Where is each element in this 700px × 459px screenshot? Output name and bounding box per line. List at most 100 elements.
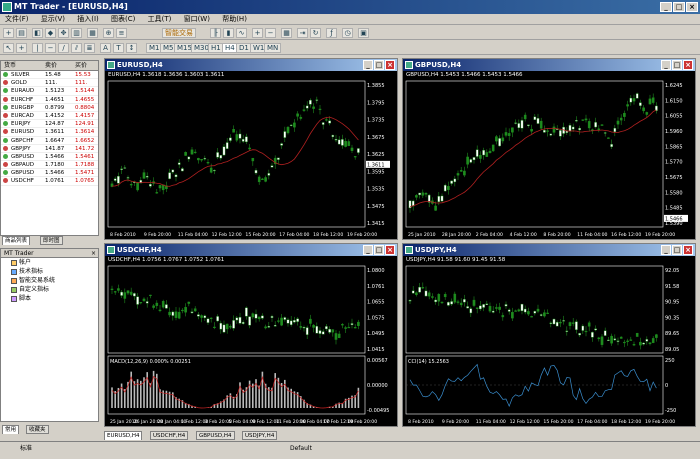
row-bid: 1.3611 (45, 129, 65, 136)
nav-item-experts[interactable]: 智能交易系统 (1, 276, 98, 285)
crosshair-icon[interactable]: + (16, 43, 27, 53)
chart-shift-icon[interactable]: ⇥ (297, 28, 308, 38)
new-chart-icon[interactable]: + (3, 28, 14, 38)
profiles-icon[interactable]: ▤ (16, 28, 27, 38)
horizontal-line-icon[interactable]: − (45, 43, 56, 53)
chart-plot[interactable]: 1.3855 1.3795 1.3735 1.3675 1.3625 1.3595 1.35… (105, 59, 399, 241)
vertical-line-icon[interactable]: | (32, 43, 43, 53)
row-symbol: GOLD (11, 80, 27, 87)
chart-window-usdjpy[interactable]: USDJPY,H4 _ □ × USDJPY,H4 91.58 91.60 91… (402, 243, 696, 427)
market-watch-row[interactable]: EURJPY 124.87 124.91 (1, 120, 98, 129)
candle (571, 126, 575, 130)
nav-item-accounts[interactable]: 帐户 (1, 258, 98, 267)
nav-item-indicators[interactable]: 技术指标 (1, 267, 98, 276)
candle-chart-icon[interactable]: ▮ (223, 28, 234, 38)
market-watch-icon[interactable]: ◧ (32, 28, 43, 38)
autoscroll-icon[interactable]: ↻ (310, 28, 321, 38)
fibonacci-icon[interactable]: ≣ (84, 43, 95, 53)
chart-window-eurusd[interactable]: EURUSD,H4 _ □ × EURUSD,H4 1.3618 1.3636 … (104, 58, 398, 240)
market-watch-row[interactable]: EURUSD 1.3611 1.3614 (1, 128, 98, 137)
market-watch-row[interactable]: EURCHF 1.4651 1.4655 (1, 96, 98, 104)
menu-file[interactable]: 文件(F) (0, 14, 34, 25)
market-watch-row[interactable]: EURCAD 1.4152 1.4157 (1, 112, 98, 121)
candle (552, 318, 556, 325)
symbol-status-icon (3, 72, 8, 77)
chart-plot[interactable]: 1.0800 1.0761 1.0655 1.0575 1.0495 1.0415 MACD… (105, 244, 399, 428)
arrows-icon[interactable]: ↕ (126, 43, 137, 53)
trendline-icon[interactable]: / (58, 43, 69, 53)
cursor-icon[interactable]: ↖ (3, 43, 14, 53)
menu-insert[interactable]: 插入(I) (72, 14, 104, 25)
terminal-icon[interactable]: ▥ (71, 28, 82, 38)
symbol-status-icon (3, 96, 8, 102)
indicators-icon[interactable]: ƒ (326, 28, 337, 38)
market-watch-row[interactable]: GBPUSD 1.5466 1.5471 (1, 169, 98, 178)
chart-tab-usdjpy[interactable]: USDJPY,H4 (242, 431, 278, 440)
text-icon[interactable]: A (100, 43, 111, 53)
maximize-button[interactable]: □ (673, 2, 685, 12)
menu-chart[interactable]: 图表(C) (106, 14, 140, 25)
market-watch-row[interactable]: EURGBP 0.8799 0.8804 (1, 104, 98, 112)
chart-tab-gbpusd[interactable]: GBPUSD,H4 (196, 431, 235, 440)
templates-icon[interactable]: ▣ (358, 28, 369, 38)
symbol-status-icon (3, 104, 8, 110)
label-icon[interactable]: T (113, 43, 124, 53)
bar-chart-icon[interactable]: ╟ (210, 28, 221, 38)
menu-view[interactable]: 显示(V) (36, 14, 70, 25)
tab-tick-chart[interactable]: 即时图 (40, 236, 63, 245)
symbol-status-icon (3, 137, 8, 143)
zoom-out-icon[interactable]: − (265, 28, 276, 38)
candle (248, 316, 251, 326)
menu-tools[interactable]: 工具(T) (143, 14, 177, 25)
channel-icon[interactable]: ⫽ (71, 43, 82, 53)
col-bid[interactable]: 卖价 (45, 61, 57, 71)
tf-mn[interactable]: MN (264, 43, 282, 53)
candle (139, 302, 143, 304)
tab-common[interactable]: 常用 (2, 425, 20, 434)
tab-symbols[interactable]: 商品列表 (2, 236, 31, 245)
chart-tab-usdchf[interactable]: USDCHF,H4 (150, 431, 189, 440)
history-icon[interactable]: ≡ (116, 28, 127, 38)
candle (184, 152, 187, 156)
navigator-close-icon[interactable]: × (91, 249, 96, 258)
market-watch-row[interactable]: USDCHF 1.0761 1.0765 (1, 177, 98, 186)
menu-help[interactable]: 帮助(H) (217, 14, 252, 25)
tester-icon[interactable]: ▦ (87, 28, 98, 38)
menu-window[interactable]: 窗口(W) (179, 14, 215, 25)
market-watch-row[interactable]: GBPUSD 1.5466 1.5461 (1, 153, 98, 162)
chart-window-gbpusd[interactable]: GBPUSD,H4 _ □ × GBPUSD,H4 1.5453 1.5466 … (402, 58, 696, 240)
market-watch-row[interactable]: GBPAUD 1.7180 1.7188 (1, 161, 98, 170)
candle (277, 157, 280, 160)
col-ask[interactable]: 买价 (75, 61, 87, 71)
navigator-icon[interactable]: ✥ (58, 28, 69, 38)
candle (642, 107, 645, 112)
line-chart-icon[interactable]: ∿ (236, 28, 247, 38)
autotrade-button[interactable]: 智能交易 (162, 28, 196, 38)
tile-windows-icon[interactable]: ▦ (281, 28, 292, 38)
price-tick-label: 1.3795 (367, 100, 385, 106)
nav-item-custom-indicators[interactable]: 自定义指标 (1, 285, 98, 294)
candle (158, 185, 162, 189)
zoom-in-icon[interactable]: + (252, 28, 263, 38)
candle (229, 326, 232, 328)
minimize-button[interactable]: _ (660, 2, 672, 12)
candle (479, 305, 482, 310)
col-symbol[interactable]: 货币 (4, 61, 16, 71)
candle (578, 127, 581, 131)
market-watch-row[interactable]: EURAUD 1.5123 1.5144 (1, 87, 98, 96)
market-watch-row[interactable]: GOLD 111. 111. (1, 79, 98, 88)
market-watch-row[interactable]: GBPCHF 1.6647 1.6652 (1, 137, 98, 145)
last-price-label: 1.3611 (367, 162, 385, 168)
chart-plot[interactable]: 92.05 91.58 90.95 90.35 89.65 89.05 CCI(14) 15… (403, 244, 697, 428)
market-watch-row[interactable]: GBPJPY 141.87 141.72 (1, 145, 98, 153)
periods-icon[interactable]: ◷ (342, 28, 353, 38)
chart-tab-eurusd[interactable]: EURUSD,H4 (104, 431, 143, 440)
chart-window-usdchf[interactable]: USDCHF,H4 _ □ × USDCHF,H4 1.0756 1.0767 … (104, 243, 398, 427)
data-window-icon[interactable]: ◆ (45, 28, 56, 38)
new-order-icon[interactable]: ⊕ (103, 28, 114, 38)
chart-plot[interactable]: 1.6245 1.6150 1.6055 1.5960 1.5865 1.5770 1.56… (403, 59, 697, 241)
nav-item-scripts[interactable]: 脚本 (1, 294, 98, 303)
tab-favorites[interactable]: 收藏夹 (26, 425, 49, 434)
market-watch-row[interactable]: SILVER 15.48 15.53 (1, 71, 98, 80)
close-button[interactable]: × (686, 2, 698, 12)
